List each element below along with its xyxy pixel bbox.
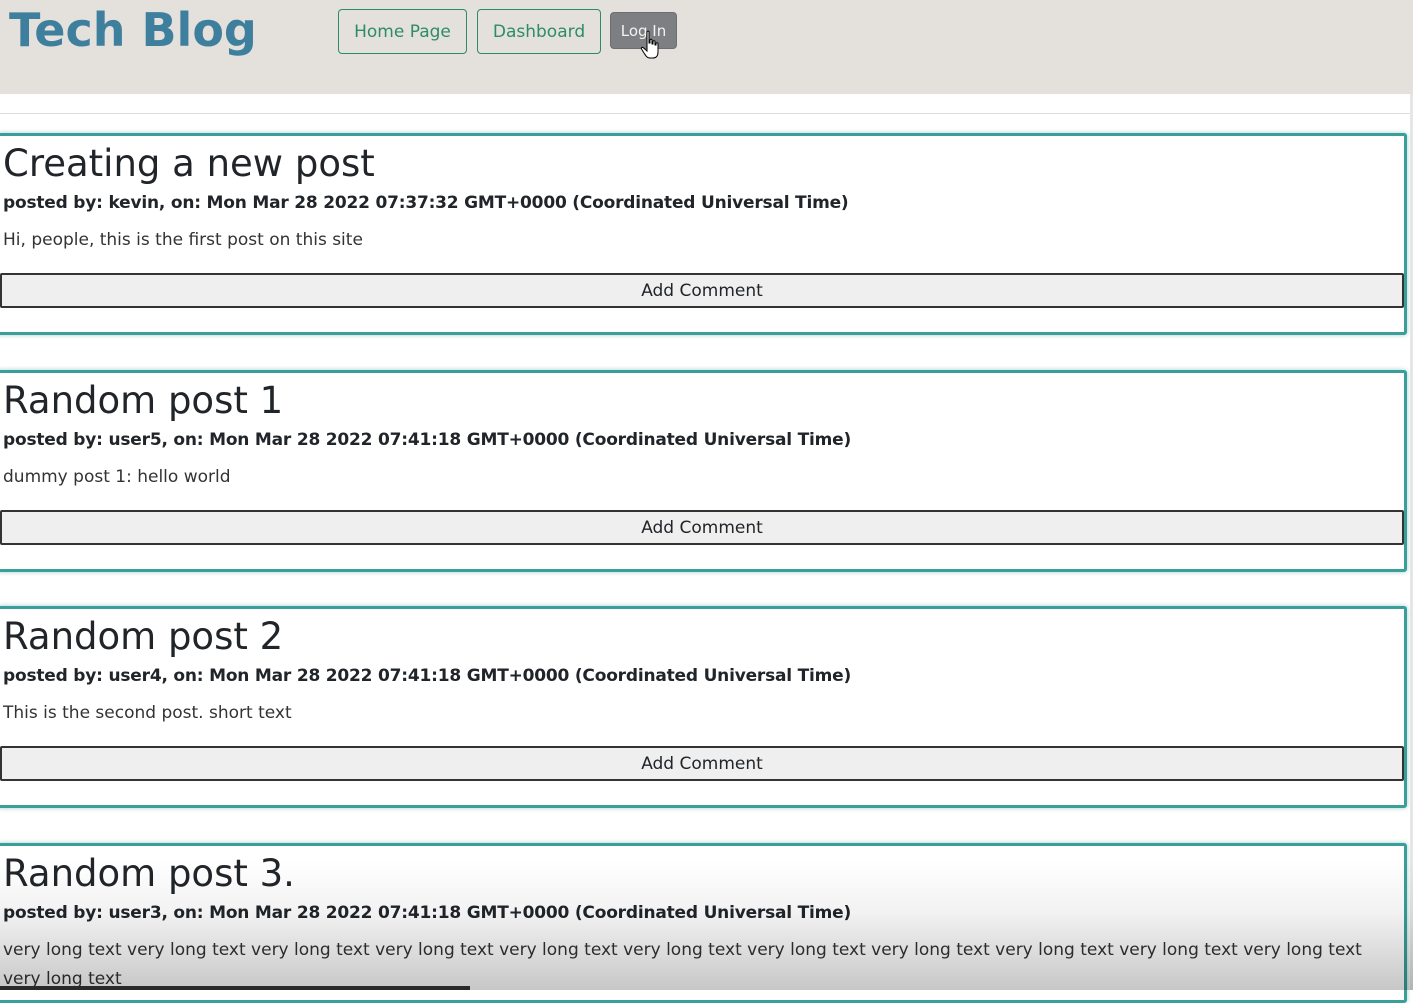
post-body: dummy post 1: hello world (3, 467, 231, 487)
post-meta: posted by: user4, on: Mon Mar 28 2022 07… (3, 666, 852, 686)
post-title: Creating a new post (3, 142, 375, 185)
post-body: Hi, people, this is the first post on th… (3, 230, 363, 250)
post-card: Random post 2 posted by: user4, on: Mon … (0, 606, 1407, 808)
post-card: Creating a new post posted by: kevin, on… (0, 133, 1407, 335)
add-comment-button[interactable]: Add Comment (0, 746, 1404, 781)
post-title: Random post 3. (3, 852, 295, 895)
hand-pointer-icon (640, 30, 659, 59)
post-meta: posted by: kevin, on: Mon Mar 28 2022 07… (3, 193, 849, 213)
home-page-button[interactable]: Home Page (338, 9, 467, 54)
site-title: Tech Blog (9, 3, 257, 57)
post-card: Random post 3. posted by: user3, on: Mon… (0, 843, 1407, 1003)
add-comment-button[interactable]: Add Comment (0, 510, 1404, 545)
progress-bar (0, 986, 470, 990)
post-meta: posted by: user3, on: Mon Mar 28 2022 07… (3, 903, 852, 923)
add-comment-button[interactable]: Add Comment (0, 273, 1404, 308)
post-title: Random post 1 (3, 379, 284, 422)
post-card: Random post 1 posted by: user5, on: Mon … (0, 370, 1407, 572)
header-divider (0, 113, 1413, 114)
dashboard-button[interactable]: Dashboard (477, 9, 601, 54)
post-title: Random post 2 (3, 615, 284, 658)
post-body: This is the second post. short text (3, 703, 292, 723)
post-meta: posted by: user5, on: Mon Mar 28 2022 07… (3, 430, 852, 450)
site-header: Tech Blog Home Page Dashboard Log In (0, 0, 1413, 94)
